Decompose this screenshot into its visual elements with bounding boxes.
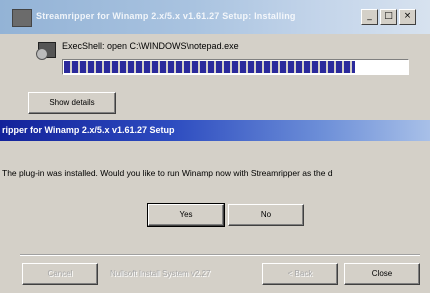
back-button[interactable]: < Back — [262, 263, 338, 285]
dialog-title: ripper for Winamp 2.x/5.x v1.61.27 Setup — [2, 125, 175, 135]
progress-fill — [64, 61, 356, 73]
cancel-button[interactable]: Cancel — [22, 263, 98, 285]
close-button[interactable]: Close — [344, 263, 420, 285]
app-icon — [12, 9, 32, 27]
show-details-button[interactable]: Show details — [28, 92, 116, 114]
close-window-button[interactable]: × — [399, 9, 416, 25]
yes-button[interactable]: Yes — [147, 203, 225, 227]
dialog-title-bar[interactable]: ripper for Winamp 2.x/5.x v1.61.27 Setup — [0, 120, 430, 141]
progress-bar — [62, 59, 409, 75]
maximize-button[interactable]: □ — [380, 9, 397, 25]
minimize-button[interactable]: _ — [361, 9, 378, 25]
installer-icon — [36, 38, 56, 60]
footer-divider — [20, 254, 420, 256]
dialog-message: The plug-in was installed. Would you lik… — [2, 168, 333, 178]
status-text: ExecShell: open C:\WINDOWS\notepad.exe — [62, 41, 239, 51]
installer-title-bar[interactable]: Streamripper for Winamp 2.x/5.x v1.61.27… — [0, 0, 430, 34]
branding-text: Nullsoft Install System v2.27 — [110, 269, 211, 278]
no-button[interactable]: No — [228, 204, 304, 226]
installer-window-title: Streamripper for Winamp 2.x/5.x v1.61.27… — [36, 11, 296, 21]
